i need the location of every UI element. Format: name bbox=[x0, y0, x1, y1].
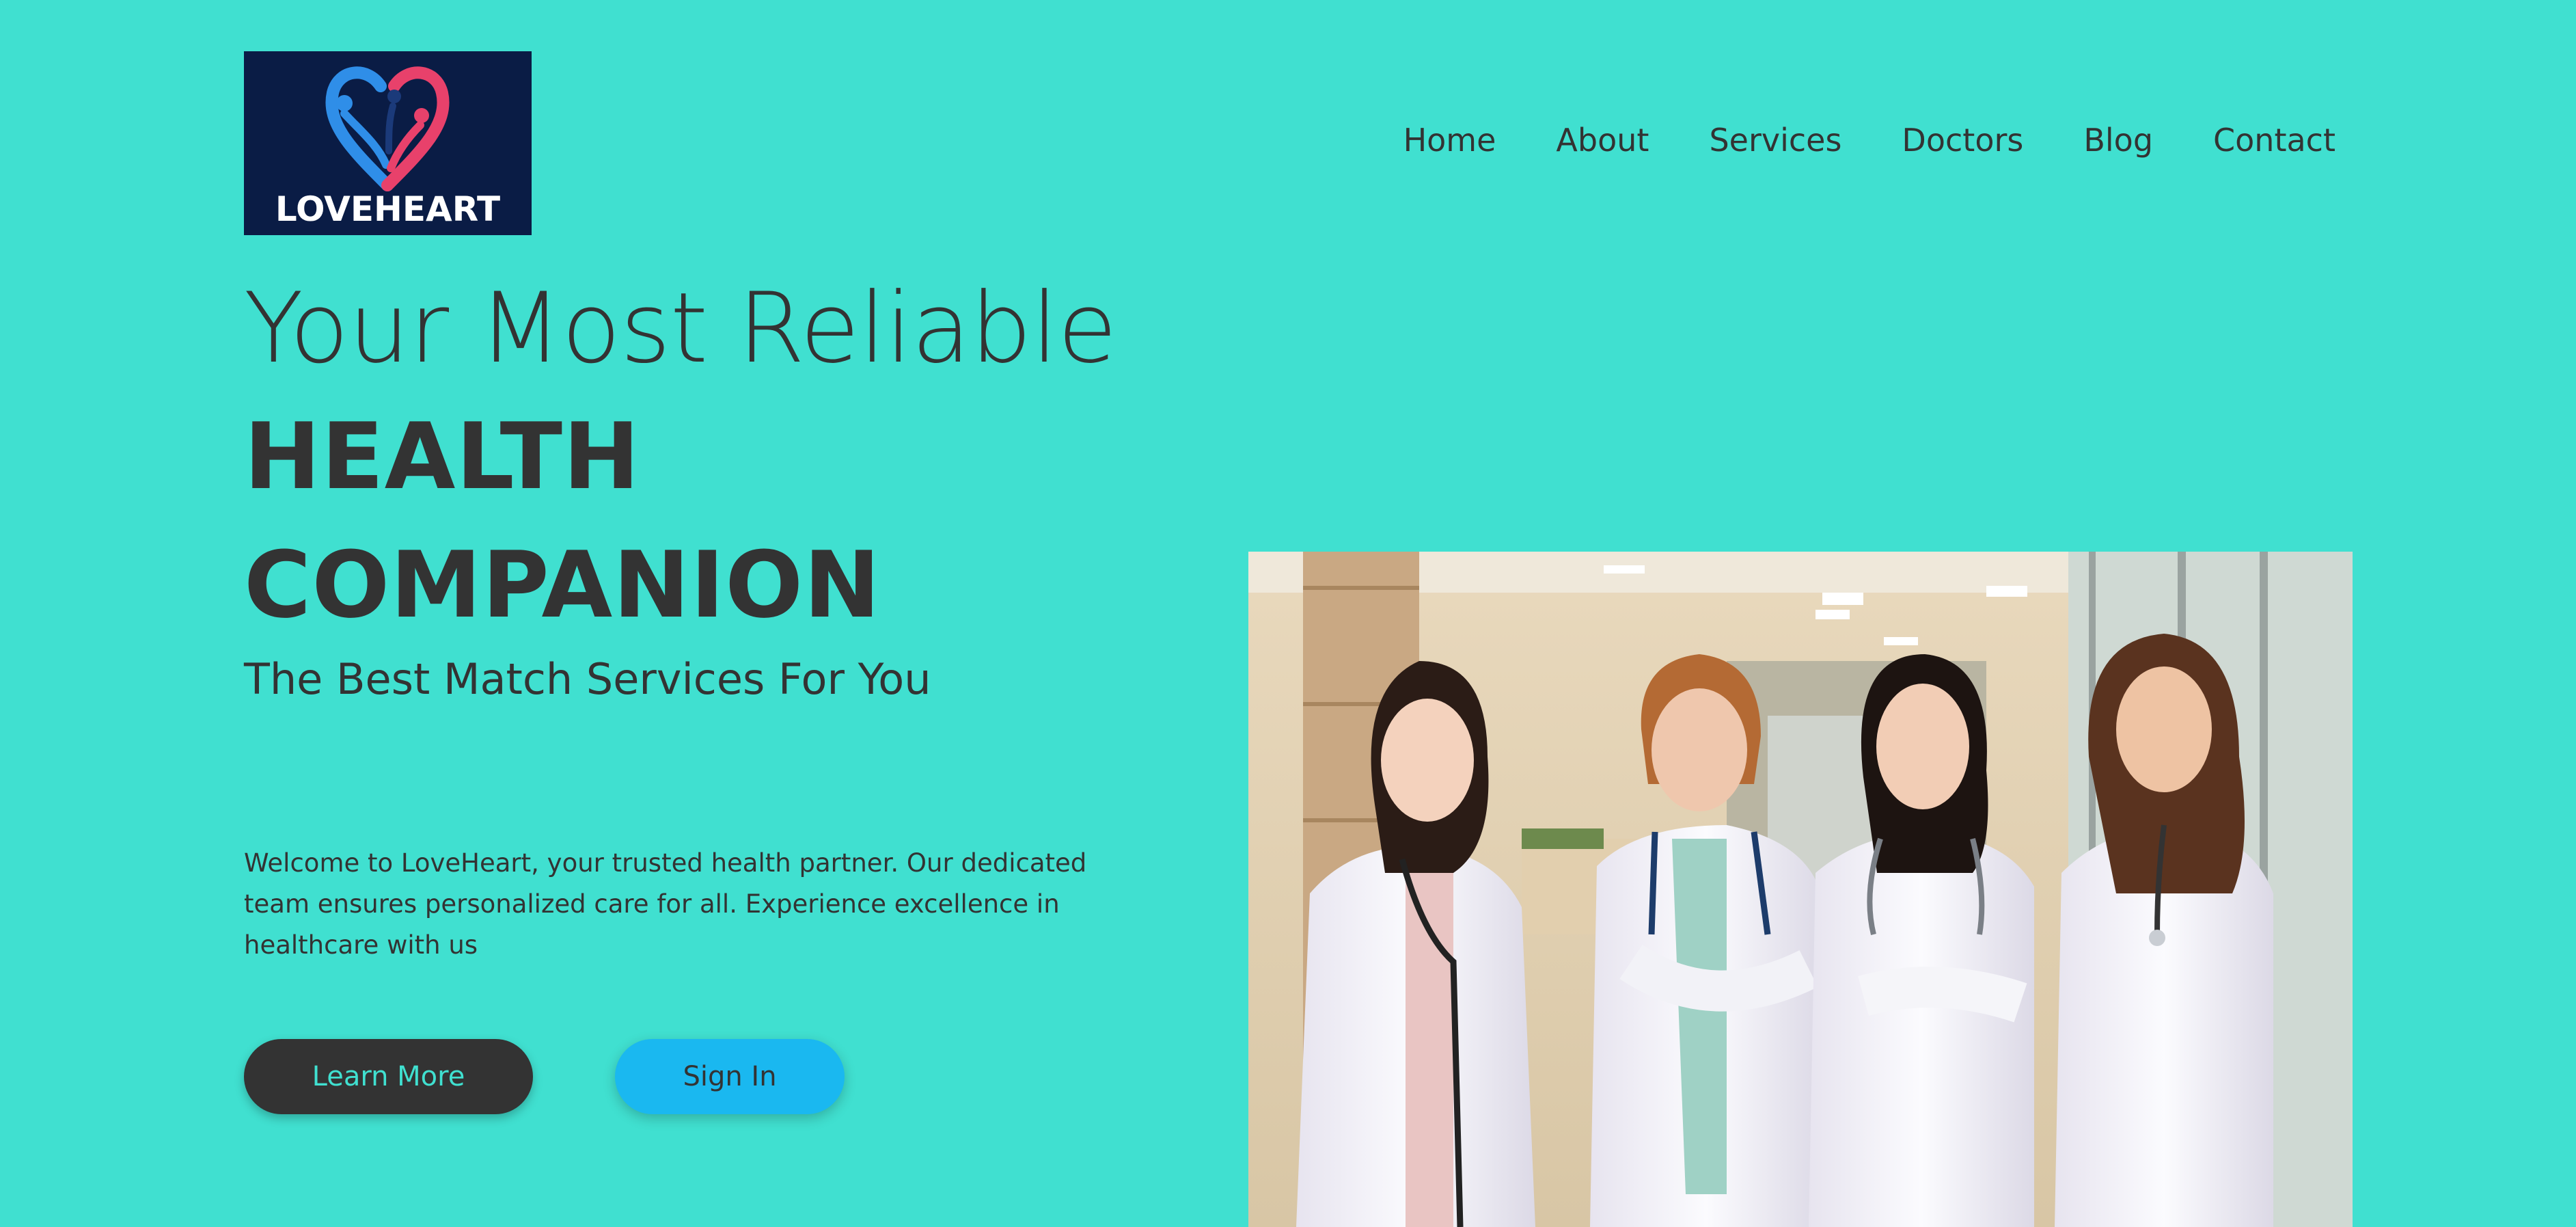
doctors-photo-illustration bbox=[1248, 552, 2353, 1227]
doctors-team-photo bbox=[1248, 552, 2353, 1227]
nav-item-services[interactable]: Services bbox=[1709, 122, 1841, 159]
nav-item-doctors[interactable]: Doctors bbox=[1902, 122, 2023, 159]
hero-headline-bold-line-1: HEALTH bbox=[244, 403, 641, 510]
nav-item-blog[interactable]: Blog bbox=[2083, 122, 2153, 159]
main-nav: Home About Services Doctors Blog Contact bbox=[1403, 122, 2335, 159]
hero-subheadline: The Best Match Services For You bbox=[244, 654, 931, 704]
heart-people-icon bbox=[325, 66, 450, 191]
nav-item-home[interactable]: Home bbox=[1403, 122, 1496, 159]
nav-item-about[interactable]: About bbox=[1556, 122, 1649, 159]
sign-in-button[interactable]: Sign In bbox=[615, 1039, 845, 1114]
hero-headline-bold-line-2: COMPANION bbox=[244, 532, 881, 638]
nav-item-contact[interactable]: Contact bbox=[2213, 122, 2335, 159]
brand-name: LOVEHEART bbox=[275, 189, 501, 229]
hero-description: Welcome to LoveHeart, your trusted healt… bbox=[244, 848, 1087, 960]
hero-headline-light: Your Most Reliable bbox=[244, 272, 1117, 385]
learn-more-button[interactable]: Learn More bbox=[244, 1039, 533, 1114]
landing-page: LOVEHEART Home About Services Doctors Bl… bbox=[0, 0, 2576, 1227]
brand-logo[interactable]: LOVEHEART bbox=[244, 51, 532, 235]
